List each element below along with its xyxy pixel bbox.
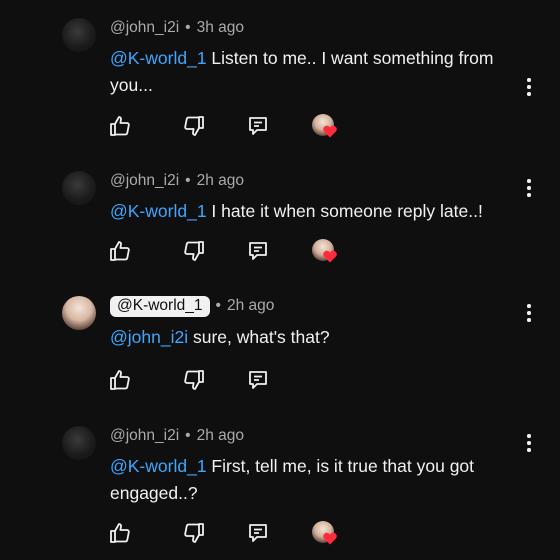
reply-icon[interactable] [246, 521, 270, 545]
reply-icon[interactable] [246, 114, 270, 138]
thumbs-down-icon[interactable] [182, 521, 206, 545]
comment-text: I hate it when someone reply late..! [206, 201, 483, 221]
thumbs-up-icon[interactable] [108, 368, 132, 392]
creator-heart [312, 521, 337, 545]
mention-link[interactable]: @K-world_1 [110, 48, 207, 68]
avatar[interactable] [62, 296, 96, 330]
more-vertical-icon[interactable] [520, 177, 538, 199]
comment-time: 2h ago [196, 172, 245, 189]
comment-meta: @john_i2i • 2h ago [110, 427, 244, 445]
thumbs-down-icon[interactable] [182, 368, 206, 392]
comment-author[interactable]: @john_i2i [110, 19, 179, 36]
comment-body: @K-world_1 Listen to me.. I want somethi… [110, 45, 530, 99]
avatar[interactable] [62, 18, 96, 52]
avatar[interactable] [62, 426, 96, 460]
comment-author[interactable]: @john_i2i [110, 172, 179, 189]
creator-heart [312, 114, 337, 138]
more-vertical-icon[interactable] [520, 302, 538, 324]
avatar[interactable] [62, 171, 96, 205]
thumbs-up-icon[interactable] [108, 521, 132, 545]
comment-meta: @K-world_1 • 2h ago [110, 296, 274, 317]
heart-icon [323, 125, 337, 138]
separator-dot: • [185, 19, 191, 36]
separator-dot: • [215, 297, 221, 314]
mention-link[interactable]: @K-world_1 [110, 201, 207, 221]
comment-body: @K-world_1 I hate it when someone reply … [110, 198, 530, 225]
comment-author[interactable]: @john_i2i [110, 427, 179, 444]
separator-dot: • [185, 427, 191, 444]
comment-text: sure, what's that? [188, 327, 330, 347]
comment-time: 2h ago [196, 427, 245, 444]
comment-actions [0, 114, 560, 138]
thumbs-down-icon[interactable] [182, 114, 206, 138]
more-vertical-icon[interactable] [520, 432, 538, 454]
comment-time: 3h ago [196, 19, 245, 36]
creator-heart [312, 239, 337, 263]
creator-author-badge[interactable]: @K-world_1 [110, 296, 210, 317]
mention-link[interactable]: @K-world_1 [110, 456, 207, 476]
more-vertical-icon[interactable] [520, 76, 538, 98]
separator-dot: • [185, 172, 191, 189]
comment-time: 2h ago [226, 297, 275, 314]
heart-icon [323, 250, 337, 263]
comment-body: @K-world_1 First, tell me, is it true th… [110, 453, 530, 507]
reply-icon[interactable] [246, 239, 270, 263]
comment-body: @john_i2i sure, what's that? [110, 324, 530, 351]
thumbs-up-icon[interactable] [108, 114, 132, 138]
thumbs-up-icon[interactable] [108, 239, 132, 263]
comment-actions [0, 239, 560, 263]
thumbs-down-icon[interactable] [182, 239, 206, 263]
comment-meta: @john_i2i • 2h ago [110, 172, 244, 190]
comment-actions [0, 368, 560, 392]
mention-link[interactable]: @john_i2i [110, 327, 188, 347]
comment-meta: @john_i2i • 3h ago [110, 19, 244, 37]
reply-icon[interactable] [246, 368, 270, 392]
heart-icon [323, 532, 337, 545]
comment-actions [0, 521, 560, 545]
